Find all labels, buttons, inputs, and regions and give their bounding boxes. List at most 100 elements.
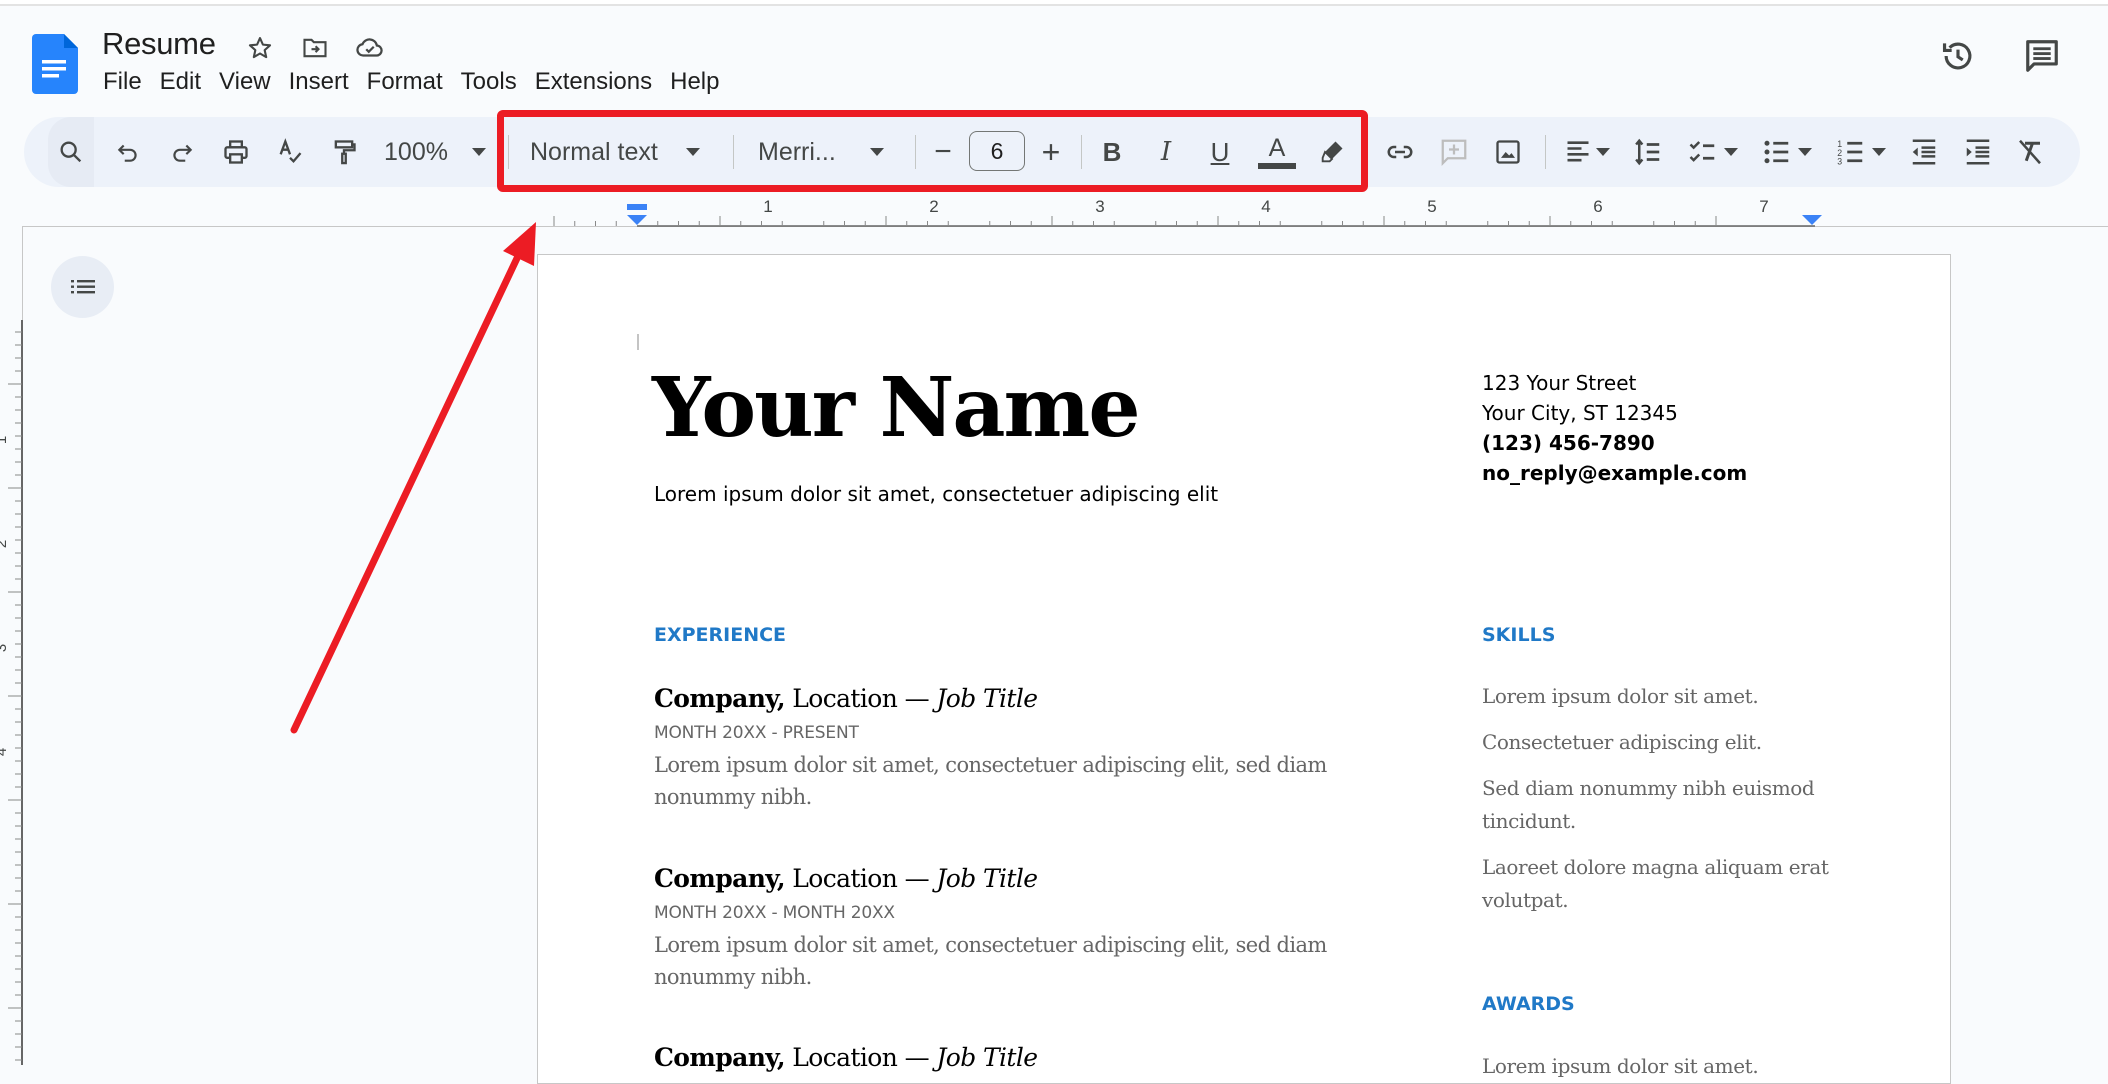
job-entry[interactable]: Company, Location — Job Title MONTH 20XX… — [654, 864, 1354, 993]
decrease-font-size-button[interactable]: − — [926, 117, 960, 187]
print-icon — [224, 140, 248, 164]
award-item[interactable]: Lorem ipsum dolor sit amet. — [1482, 1050, 1759, 1083]
toolbar-divider — [915, 135, 916, 169]
increase-indent-icon — [1966, 139, 1990, 165]
underline-button[interactable]: U — [1202, 117, 1238, 187]
numbered-list-button[interactable]: 123 — [1828, 117, 1894, 187]
menu-extensions[interactable]: Extensions — [526, 66, 661, 98]
clear-formatting-icon — [2019, 139, 2041, 165]
menu-edit[interactable]: Edit — [151, 66, 210, 98]
outline-list-icon — [70, 280, 95, 294]
docs-logo-icon[interactable] — [32, 34, 78, 94]
job-company: Company, — [654, 1043, 786, 1072]
undo-button[interactable] — [110, 117, 146, 187]
horizontal-ruler[interactable]: 1 2 3 4 5 6 7 — [537, 200, 1951, 228]
job-location: Location — — [784, 864, 937, 893]
star-icon[interactable] — [244, 32, 276, 64]
cloud-saved-icon[interactable] — [354, 32, 386, 64]
contact-phone: (123) 456-7890 — [1482, 431, 1655, 455]
decrease-indent-button[interactable] — [1906, 117, 1942, 187]
ruler-label: 2 — [0, 540, 10, 548]
menu-tools[interactable]: Tools — [452, 66, 526, 98]
toolbar-divider — [1545, 135, 1546, 169]
font-size-input[interactable]: 6 — [969, 131, 1025, 171]
zoom-value: 100% — [384, 137, 448, 166]
resume-name[interactable]: Your Name — [652, 360, 1140, 456]
text-color-button[interactable]: A — [1256, 117, 1298, 187]
document-title[interactable]: Resume — [102, 26, 216, 62]
highlight-color-button[interactable] — [1314, 117, 1350, 187]
right-indent-marker — [1802, 215, 1822, 225]
skill-item: Sed diam nonummy nibh euismod tincidunt. — [1482, 776, 1815, 833]
link-icon — [1387, 145, 1413, 159]
font-family-value: Merri... — [758, 137, 836, 166]
chevron-down-icon — [869, 148, 884, 156]
chevron-down-icon — [1596, 148, 1610, 156]
contact-city: Your City, ST 12345 — [1482, 401, 1678, 425]
skill-item: Laoreet dolore magna aliquam erat volutp… — [1482, 855, 1829, 912]
menu-insert[interactable]: Insert — [280, 66, 358, 98]
chevron-down-icon — [1724, 148, 1738, 156]
ruler-label: 2 — [929, 200, 938, 216]
insert-image-button[interactable] — [1490, 117, 1526, 187]
paint-format-button[interactable] — [326, 117, 362, 187]
menu-help[interactable]: Help — [661, 66, 728, 98]
comments-icon[interactable] — [2020, 34, 2064, 78]
awards-heading[interactable]: AWARDS — [1482, 993, 1575, 1015]
skill-item: Consectetuer adipiscing elit. — [1482, 730, 1762, 754]
menu-view[interactable]: View — [210, 66, 280, 98]
menu-format[interactable]: Format — [358, 66, 452, 98]
line-spacing-button[interactable] — [1630, 117, 1666, 187]
print-button[interactable] — [218, 117, 254, 187]
checklist-button[interactable] — [1680, 117, 1746, 187]
clear-formatting-button[interactable] — [2012, 117, 2048, 187]
text-color-swatch — [1258, 162, 1296, 169]
job-heading: Company, Location — Job Title — [654, 684, 1354, 713]
search-menus-button[interactable] — [48, 117, 94, 187]
italic-button[interactable]: I — [1148, 117, 1184, 187]
job-company: Company, — [654, 864, 786, 893]
resume-tagline[interactable]: Lorem ipsum dolor sit amet, consectetuer… — [654, 482, 1218, 506]
chevron-down-icon — [1798, 148, 1812, 156]
add-comment-button[interactable] — [1436, 117, 1472, 187]
decrease-indent-icon — [1912, 139, 1936, 165]
bulleted-list-button[interactable] — [1754, 117, 1820, 187]
skills-list[interactable]: Lorem ipsum dolor sit amet. Consectetuer… — [1482, 680, 1842, 930]
spelling-check-button[interactable] — [272, 117, 308, 187]
job-description: Lorem ipsum dolor sit amet, consectetuer… — [654, 753, 1327, 809]
redo-button[interactable] — [164, 117, 200, 187]
align-button[interactable] — [1556, 117, 1618, 187]
line-spacing-icon — [1635, 138, 1660, 166]
document-outline-button[interactable] — [51, 256, 114, 318]
left-indent-marker — [627, 215, 647, 225]
move-to-folder-icon[interactable] — [299, 32, 331, 64]
version-history-icon[interactable] — [1936, 34, 1980, 78]
paragraph-style-select[interactable]: Normal text — [530, 117, 710, 187]
insert-link-button[interactable] — [1382, 117, 1418, 187]
job-entry[interactable]: Company, Location — Job Title — [654, 1043, 1354, 1072]
add-comment-icon — [1441, 139, 1467, 166]
increase-indent-button[interactable] — [1960, 117, 1996, 187]
experience-heading[interactable]: EXPERIENCE — [654, 624, 786, 646]
contact-block[interactable]: 123 Your Street Your City, ST 12345 (123… — [1482, 368, 1747, 488]
zoom-select[interactable]: 100% — [380, 117, 452, 187]
search-icon — [60, 141, 82, 163]
ruler-label: 6 — [1593, 200, 1602, 216]
zoom-dropdown-caret[interactable] — [468, 117, 490, 187]
paragraph-style-value: Normal text — [530, 137, 658, 166]
bold-button[interactable]: B — [1094, 117, 1130, 187]
menu-file[interactable]: File — [94, 66, 151, 98]
job-title: Job Title — [936, 684, 1038, 713]
vertical-ruler[interactable]: 1 2 3 4 — [0, 320, 24, 1065]
job-company: Company, — [654, 684, 786, 713]
font-family-select[interactable]: Merri... — [758, 117, 898, 187]
skills-heading[interactable]: SKILLS — [1482, 624, 1555, 646]
ruler-label: 3 — [1095, 200, 1104, 216]
image-icon — [1496, 140, 1520, 164]
chevron-down-icon — [685, 148, 700, 156]
increase-font-size-button[interactable]: + — [1034, 117, 1068, 187]
job-dates: MONTH 20XX - PRESENT — [654, 723, 859, 743]
job-entry[interactable]: Company, Location — Job Title MONTH 20XX… — [654, 684, 1354, 813]
align-left-icon — [1567, 141, 1589, 162]
redo-icon — [173, 144, 193, 162]
